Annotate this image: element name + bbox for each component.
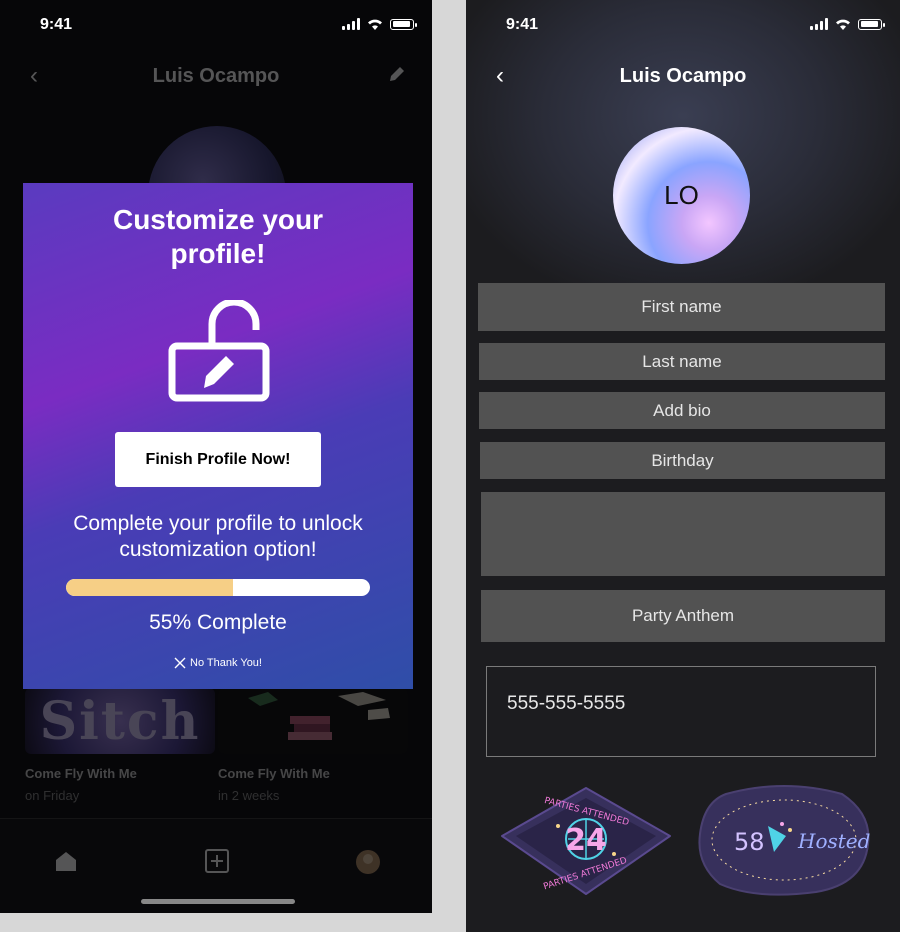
hosted-badge[interactable]: 58 Hosted xyxy=(696,784,872,903)
dismiss-label: No Thank You! xyxy=(190,657,262,669)
event-card[interactable]: Come Fly With Me in 2 weeks xyxy=(218,688,408,803)
progress-fill xyxy=(66,579,234,596)
dismiss-button[interactable]: No Thank You! xyxy=(23,657,413,669)
progress-label: 55% Complete xyxy=(149,611,287,634)
right-screen: 9:41 ‹ Luis Ocampo LO First name Last na… xyxy=(466,0,900,932)
event-title: Come Fly With Me xyxy=(25,766,137,781)
event-title: Come Fly With Me xyxy=(218,766,330,781)
wifi-icon xyxy=(836,19,850,30)
event-card[interactable]: Sitch Come Fly With Me on Friday xyxy=(25,688,215,803)
wifi-icon xyxy=(368,19,382,30)
pencil-icon[interactable] xyxy=(388,65,406,88)
event-thumbnail: Sitch xyxy=(25,688,215,754)
birthday-field[interactable]: Birthday xyxy=(480,442,885,479)
status-bar-overlay: 9:41 xyxy=(0,0,432,52)
profile-avatar-icon[interactable] xyxy=(355,849,381,880)
modal-description: Complete your profile to unlock customiz… xyxy=(73,512,363,561)
left-screen: 9:41 ‹ Luis Ocampo Sitch Come Fly With M… xyxy=(0,0,432,913)
event-thumbnail xyxy=(218,688,408,754)
party-anthem-field[interactable]: Party Anthem xyxy=(481,590,885,642)
event-subtitle: on Friday xyxy=(25,788,80,803)
status-bar: 9:41 xyxy=(466,0,900,52)
home-indicator xyxy=(141,899,295,904)
status-icons xyxy=(810,17,885,31)
first-name-field[interactable]: First name xyxy=(478,283,885,331)
avatar[interactable]: LO xyxy=(613,127,750,264)
status-time: 9:41 xyxy=(506,16,539,33)
unlock-edit-icon xyxy=(168,298,270,407)
event-subtitle: in 2 weeks xyxy=(218,788,280,803)
customize-profile-modal: Customize your profile! Finish Profile N… xyxy=(23,183,413,689)
blank-field[interactable] xyxy=(481,492,885,576)
nav-bar: ‹ Luis Ocampo xyxy=(0,52,432,102)
battery-icon xyxy=(858,18,885,30)
nav-title: Luis Ocampo xyxy=(619,65,747,87)
finish-profile-button[interactable]: Finish Profile Now! xyxy=(115,432,321,487)
close-icon xyxy=(174,657,186,669)
add-icon[interactable] xyxy=(205,849,229,878)
parties-attended-count: 24 xyxy=(565,823,607,858)
nav-title: Luis Ocampo xyxy=(152,65,280,87)
modal-title: Customize your profile! xyxy=(112,204,324,269)
hosted-count: 58 xyxy=(734,828,765,856)
home-icon[interactable] xyxy=(54,849,78,878)
signal-icon xyxy=(342,18,360,30)
phone-field[interactable]: 555-555-5555 xyxy=(486,666,876,757)
event-thumbnail-text: Sitch xyxy=(39,690,201,752)
parties-attended-badge[interactable]: 24 PARTIES ATTENDED PARTIES ATTENDED xyxy=(496,784,676,905)
last-name-field[interactable]: Last name xyxy=(479,343,885,380)
nav-bar: ‹ Luis Ocampo xyxy=(466,52,900,102)
avatar-initials: LO xyxy=(664,180,699,210)
status-icons xyxy=(342,17,417,31)
battery-icon xyxy=(390,18,417,30)
hosted-label: Hosted xyxy=(797,829,870,853)
bio-field[interactable]: Add bio xyxy=(479,392,885,429)
signal-icon xyxy=(810,18,828,30)
status-time: 9:41 xyxy=(40,16,73,33)
profile-progress-bar xyxy=(66,579,370,596)
